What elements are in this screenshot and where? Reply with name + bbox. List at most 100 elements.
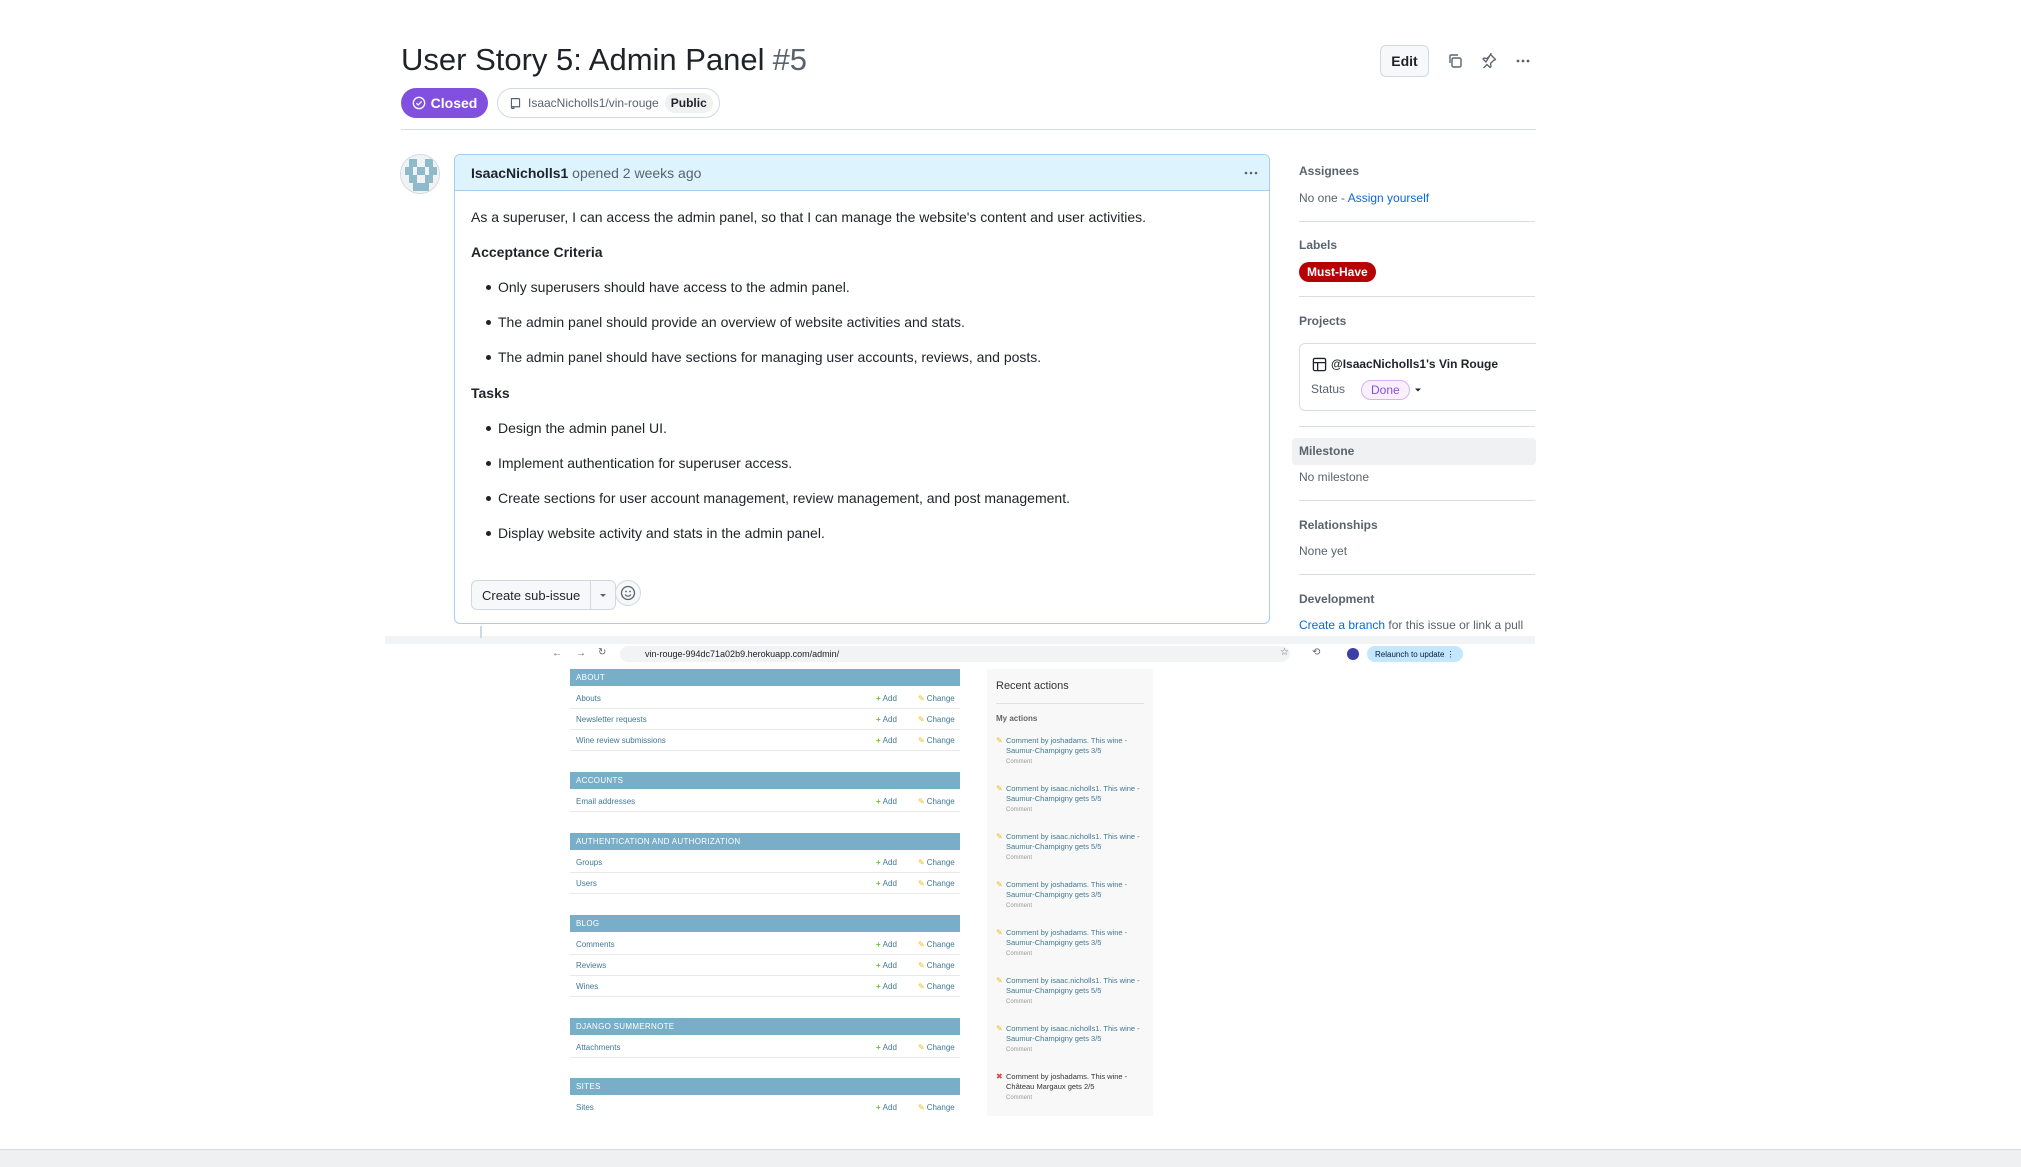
add-link[interactable]: + Add: [876, 982, 918, 991]
relaunch-button[interactable]: Relaunch to update ⋮: [1367, 646, 1463, 662]
change-link[interactable]: ✎ Change: [918, 879, 960, 888]
add-link[interactable]: + Add: [876, 858, 918, 867]
development-heading[interactable]: Development: [1299, 592, 1374, 606]
projects-heading[interactable]: Projects: [1299, 314, 1346, 328]
project-name[interactable]: @IsaacNicholls1's Vin Rouge: [1331, 357, 1498, 371]
model-link[interactable]: Email addresses: [570, 797, 876, 806]
relationships-heading[interactable]: Relationships: [1299, 518, 1378, 532]
avatar[interactable]: [400, 154, 440, 194]
forward-arrow-icon[interactable]: →: [576, 648, 586, 659]
status-value[interactable]: Done: [1361, 380, 1410, 400]
assignees-value: No one - Assign yourself: [1299, 191, 1430, 205]
add-link[interactable]: + Add: [876, 715, 918, 724]
model-link[interactable]: Comments: [570, 940, 876, 949]
star-icon[interactable]: ☆: [1280, 647, 1289, 658]
recent-action-item[interactable]: ✎ Comment by isaac.nicholls1. This wine -…: [996, 784, 1146, 815]
profile-icon[interactable]: [1347, 648, 1359, 660]
comment-time: opened 2 weeks ago: [572, 165, 702, 181]
model-link[interactable]: Abouts: [570, 694, 876, 703]
pencil-icon: ✎: [996, 928, 1003, 937]
comment-options-icon[interactable]: [1236, 158, 1266, 188]
model-link[interactable]: Sites: [570, 1103, 876, 1112]
comment-intro: As a superuser, I can access the admin p…: [471, 209, 1147, 225]
pin-icon[interactable]: [1474, 46, 1504, 76]
add-link[interactable]: + Add: [876, 940, 918, 949]
change-link[interactable]: ✎ Change: [918, 940, 960, 949]
recent-action-item[interactable]: ✎ Comment by isaac.nicholls1. This wine -…: [996, 976, 1146, 1007]
model-link[interactable]: Attachments: [570, 1043, 876, 1052]
create-sub-issue-button[interactable]: Create sub-issue: [471, 580, 617, 610]
timeline-line: [480, 626, 482, 638]
change-link[interactable]: ✎ Change: [918, 858, 960, 867]
module-row: Wine review submissions + Add ✎ Change: [570, 730, 960, 751]
model-link[interactable]: Wines: [570, 982, 876, 991]
change-link[interactable]: ✎ Change: [918, 1043, 960, 1052]
repo-icon: [510, 97, 521, 109]
change-link[interactable]: ✎ Change: [918, 694, 960, 703]
change-link[interactable]: ✎ Change: [918, 961, 960, 970]
recent-action-item[interactable]: ✎ Comment by isaac.nicholls1. This wine -…: [996, 832, 1146, 863]
model-link[interactable]: Newsletter requests: [570, 715, 876, 724]
repo-pill[interactable]: IsaacNicholls1/vin-rouge Public: [497, 88, 720, 118]
add-link[interactable]: + Add: [876, 961, 918, 970]
sidebar-divider: [1299, 221, 1535, 222]
model-link[interactable]: Wine review submissions: [570, 736, 876, 745]
chevron-down-icon[interactable]: [591, 581, 615, 609]
add-link[interactable]: + Add: [876, 736, 918, 745]
delete-icon: ✖: [996, 1072, 1003, 1081]
smiley-icon[interactable]: [615, 580, 641, 606]
labels-heading[interactable]: Labels: [1299, 238, 1337, 252]
sidebar-divider: [1299, 500, 1535, 501]
issue-title: User Story 5: Admin Panel #5: [401, 42, 808, 77]
recent-action-item[interactable]: ✎ Comment by joshadams. This wine - Saumu…: [996, 880, 1146, 911]
create-branch-link[interactable]: Create a branch: [1299, 618, 1385, 632]
address-bar[interactable]: vin-rouge-994dc71a02b9.herokuapp.com/adm…: [620, 646, 1290, 662]
comment-author[interactable]: IsaacNicholls1: [471, 165, 568, 181]
bullet: [486, 426, 491, 431]
extension-icon[interactable]: ⟲: [1312, 647, 1320, 658]
kebab-horizontal-icon[interactable]: [1508, 46, 1538, 76]
add-link[interactable]: + Add: [876, 694, 918, 703]
change-link[interactable]: ✎ Change: [918, 1103, 960, 1112]
edit-button[interactable]: Edit: [1380, 45, 1429, 77]
module-header: DJANGO SUMMERNOTE: [570, 1018, 960, 1035]
module-row: Attachments + Add ✎ Change: [570, 1037, 960, 1058]
change-link[interactable]: ✎ Change: [918, 797, 960, 806]
assign-yourself-link[interactable]: Assign yourself: [1348, 191, 1429, 205]
sidebar-divider: [1299, 574, 1535, 575]
bullet: [486, 285, 491, 290]
add-link[interactable]: + Add: [876, 879, 918, 888]
bullet: [486, 320, 491, 325]
change-link[interactable]: ✎ Change: [918, 736, 960, 745]
module-row: Abouts + Add ✎ Change: [570, 688, 960, 709]
model-link[interactable]: Reviews: [570, 961, 876, 970]
recent-action-item: ✖ Comment by joshadams. This wine - Châte…: [996, 1072, 1128, 1101]
assignees-heading[interactable]: Assignees: [1299, 164, 1359, 178]
add-link[interactable]: + Add: [876, 1103, 918, 1112]
task-item: Implement authentication for superuser a…: [498, 455, 793, 471]
header-divider: [401, 129, 1536, 130]
reload-icon[interactable]: ↻: [598, 647, 606, 658]
add-link[interactable]: + Add: [876, 797, 918, 806]
recent-action-item[interactable]: ✎ Comment by joshadams. This wine - Saumu…: [996, 736, 1146, 767]
pencil-icon: ✎: [996, 880, 1003, 889]
chevron-down-icon[interactable]: [1413, 385, 1423, 395]
back-arrow-icon[interactable]: ←: [552, 648, 562, 659]
module-row: Wines + Add ✎ Change: [570, 976, 960, 997]
copy-icon[interactable]: [1440, 46, 1470, 76]
change-link[interactable]: ✎ Change: [918, 982, 960, 991]
bullet: [486, 531, 491, 536]
model-link[interactable]: Users: [570, 879, 876, 888]
repo-name[interactable]: IsaacNicholls1/vin-rouge: [528, 96, 659, 110]
model-link[interactable]: Groups: [570, 858, 876, 867]
recent-action-item[interactable]: ✎ Comment by isaac.nicholls1. This wine -…: [996, 1024, 1146, 1055]
add-link[interactable]: + Add: [876, 1043, 918, 1052]
label-badge[interactable]: Must-Have: [1299, 262, 1376, 282]
my-actions-label: My actions: [996, 714, 1038, 723]
milestone-heading[interactable]: Milestone: [1299, 444, 1354, 458]
recent-divider: [996, 703, 1144, 704]
create-sub-issue-label[interactable]: Create sub-issue: [472, 581, 592, 609]
change-link[interactable]: ✎ Change: [918, 715, 960, 724]
pencil-icon: ✎: [996, 784, 1003, 793]
recent-action-item[interactable]: ✎ Comment by joshadams. This wine - Saumu…: [996, 928, 1146, 959]
